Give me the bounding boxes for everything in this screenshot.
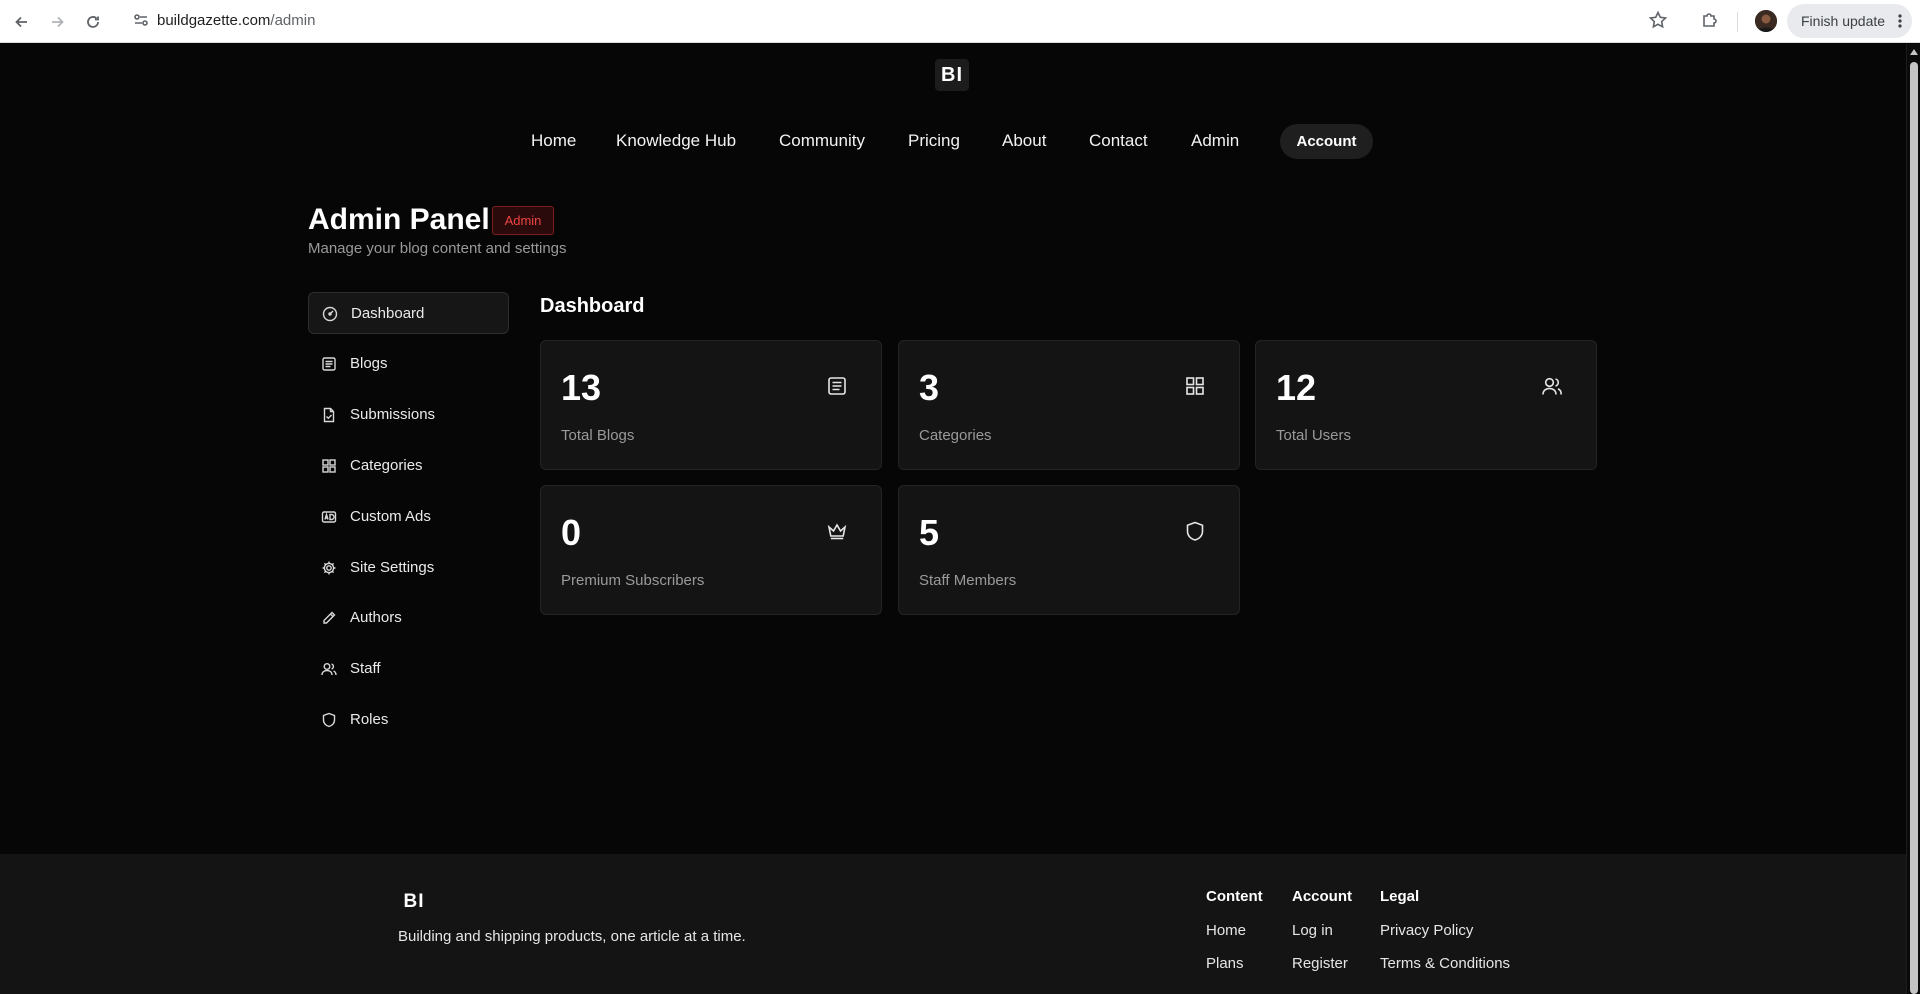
footer-heading-legal: Legal (1380, 888, 1420, 905)
footer-link-home[interactable]: Home (1206, 922, 1246, 939)
sidebar-item-label: Site Settings (350, 559, 435, 576)
footer-link-privacy-policy[interactable]: Privacy Policy (1380, 922, 1473, 939)
sidebar-item-categories[interactable]: Categories (308, 445, 509, 487)
sidebar-item-roles[interactable]: Roles (308, 699, 509, 741)
role-badge: Admin (492, 206, 554, 235)
footer-heading-account: Account (1292, 888, 1352, 905)
sidebar-item-custom-ads[interactable]: Custom Ads (308, 496, 509, 538)
finish-update-label: Finish update (1801, 13, 1886, 29)
sidebar-item-label: Authors (350, 609, 402, 626)
extensions-icon[interactable] (1700, 10, 1720, 30)
shield-icon (321, 712, 337, 728)
footer-heading-content: Content (1206, 888, 1263, 905)
stat-label: Total Blogs (561, 427, 635, 444)
stat-card-staff-members[interactable]: 5 Staff Members (898, 485, 1240, 615)
pencil-icon (321, 610, 337, 626)
sidebar-item-authors[interactable]: Authors (308, 597, 509, 639)
main-navigation: Home Knowledge Hub Community Pricing Abo… (0, 131, 1906, 153)
finish-update-button[interactable]: Finish update (1787, 4, 1912, 38)
sidebar-item-submissions[interactable]: Submissions (308, 394, 509, 436)
nav-home[interactable]: Home (531, 131, 576, 151)
url-domain: buildgazette.com (157, 12, 271, 29)
bookmark-star-icon[interactable] (1648, 10, 1668, 30)
stat-label: Premium Subscribers (561, 572, 705, 589)
dashboard-title: Dashboard (540, 295, 645, 317)
sidebar-item-blogs[interactable]: Blogs (308, 343, 509, 385)
document-list-icon (826, 375, 848, 397)
nav-about[interactable]: About (1002, 131, 1046, 151)
more-vert-icon (1898, 13, 1902, 29)
grid-icon (321, 458, 337, 474)
site-logo[interactable]: BI (935, 59, 969, 91)
footer-link-log-in[interactable]: Log in (1292, 922, 1333, 939)
sidebar-item-label: Dashboard (351, 305, 425, 322)
footer-link-plans[interactable]: Plans (1206, 955, 1244, 972)
stat-label: Staff Members (919, 572, 1017, 589)
page-title: Admin Panel (308, 203, 490, 236)
ad-icon (321, 509, 337, 525)
scroll-up-arrow-icon[interactable] (1910, 49, 1918, 55)
stat-label: Categories (919, 427, 992, 444)
sidebar-item-label: Staff (350, 660, 381, 677)
sidebar-item-label: Categories (350, 457, 423, 474)
stat-label: Total Users (1276, 427, 1352, 444)
users-icon (321, 661, 337, 677)
nav-admin[interactable]: Admin (1191, 131, 1239, 151)
dashboard-gauge-icon (322, 306, 338, 322)
stat-value: 13 (561, 367, 602, 408)
stat-card-total-blogs[interactable]: 13 Total Blogs (540, 340, 882, 470)
file-check-icon (321, 407, 337, 423)
back-icon[interactable] (9, 9, 35, 35)
grid-icon (1184, 375, 1206, 397)
stat-card-total-users[interactable]: 12 Total Users (1255, 340, 1597, 470)
profile-avatar[interactable] (1755, 10, 1777, 32)
reload-icon[interactable] (80, 9, 106, 35)
sidebar-item-staff[interactable]: Staff (308, 648, 509, 690)
forward-icon[interactable] (44, 9, 70, 35)
page-scrollbar[interactable] (1906, 44, 1920, 994)
sidebar-item-label: Submissions (350, 406, 436, 423)
gear-icon (321, 560, 337, 576)
nav-knowledge-hub[interactable]: Knowledge Hub (616, 131, 736, 151)
nav-community[interactable]: Community (779, 131, 865, 151)
sidebar-item-dashboard[interactable]: Dashboard (308, 292, 509, 334)
users-icon (1541, 375, 1563, 397)
footer-link-terms[interactable]: Terms & Conditions (1380, 955, 1510, 972)
address-bar[interactable]: buildgazette.com/admin (157, 12, 315, 29)
nav-contact[interactable]: Contact (1089, 131, 1148, 151)
footer-logo[interactable]: BI (398, 888, 430, 916)
footer-tagline: Building and shipping products, one arti… (398, 928, 746, 945)
scrollbar-thumb[interactable] (1910, 62, 1918, 994)
document-list-icon (321, 356, 337, 372)
stat-card-categories[interactable]: 3 Categories (898, 340, 1240, 470)
sidebar-item-label: Roles (350, 711, 389, 728)
stat-value: 5 (919, 512, 940, 553)
toolbar-divider (1737, 12, 1738, 32)
stat-card-premium-subscribers[interactable]: 0 Premium Subscribers (540, 485, 882, 615)
stat-value: 0 (561, 512, 582, 553)
page-subtitle: Manage your blog content and settings (308, 240, 567, 257)
browser-toolbar: buildgazette.com/admin Finish update (0, 0, 1920, 43)
sidebar-item-label: Custom Ads (350, 508, 431, 525)
url-path: /admin (270, 12, 316, 29)
footer-link-register[interactable]: Register (1292, 955, 1348, 972)
stat-value: 12 (1276, 367, 1317, 408)
sidebar-item-label: Blogs (350, 355, 388, 372)
stat-value: 3 (919, 367, 940, 408)
nav-pricing[interactable]: Pricing (908, 131, 960, 151)
account-button[interactable]: Account (1280, 124, 1373, 159)
sidebar-item-site-settings[interactable]: Site Settings (308, 547, 509, 589)
site-footer (0, 854, 1906, 994)
site-info-icon[interactable] (132, 11, 150, 29)
crown-icon (826, 520, 848, 542)
shield-icon (1184, 520, 1206, 542)
